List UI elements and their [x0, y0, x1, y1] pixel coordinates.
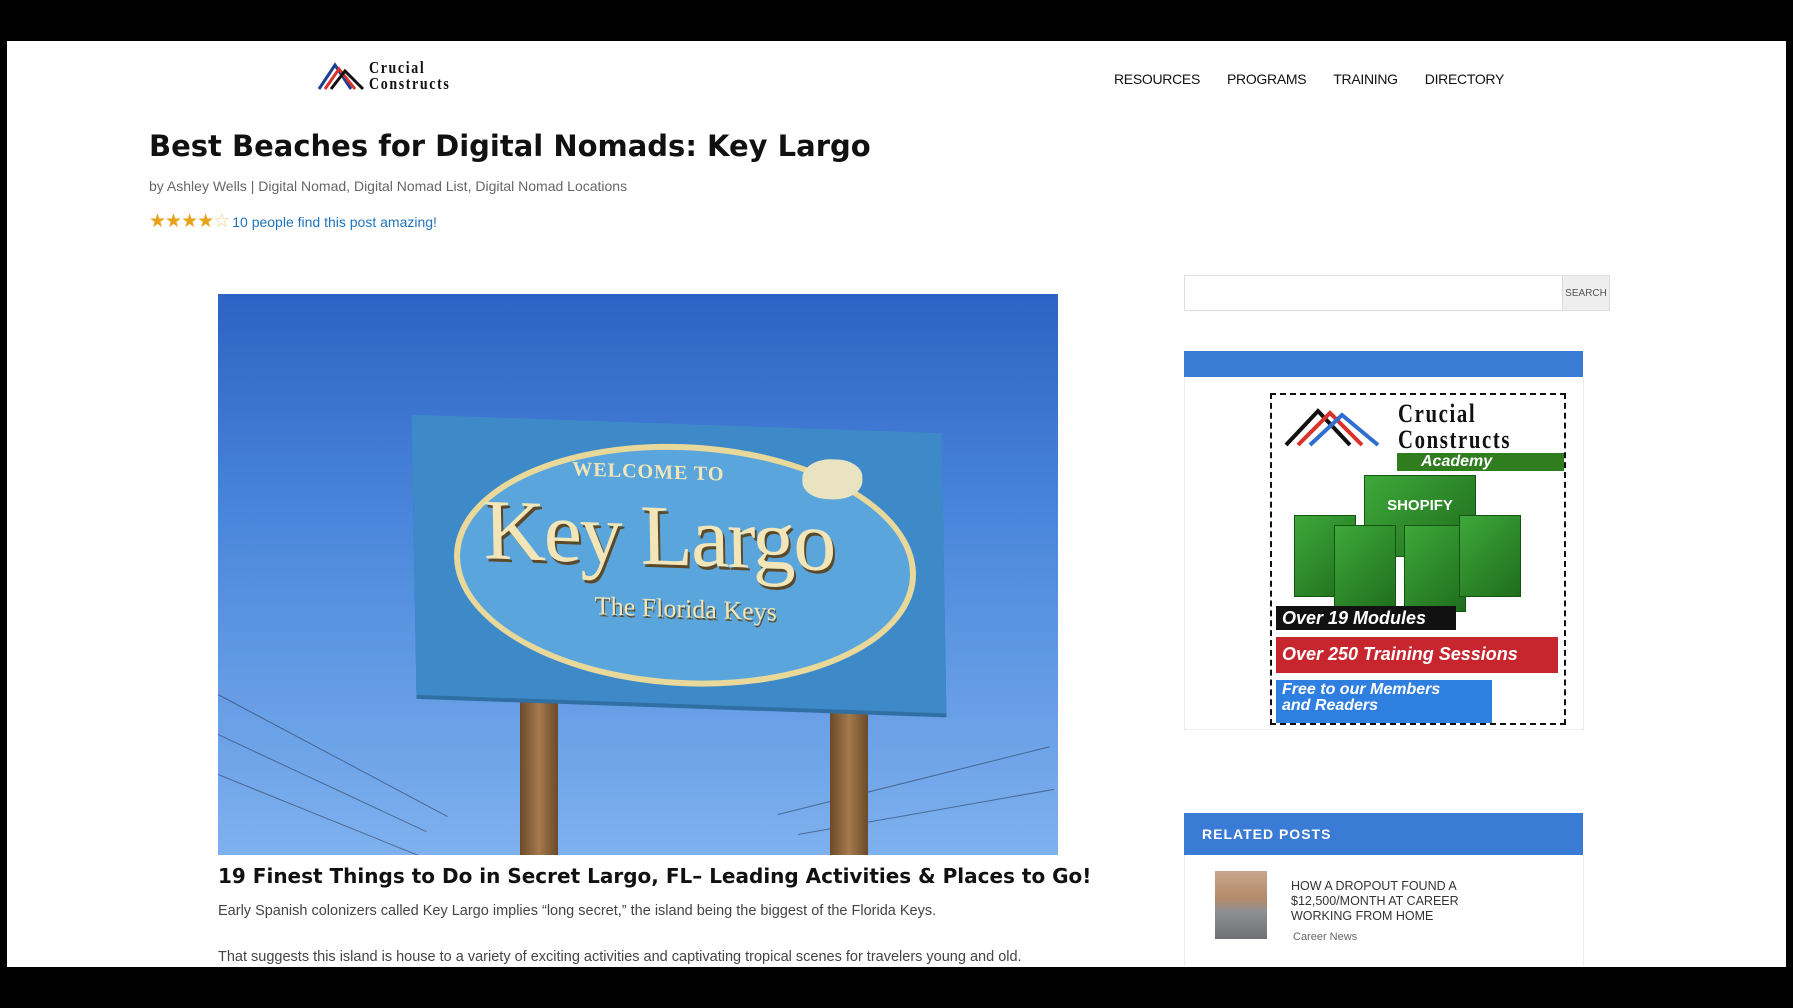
promo-brand: Crucial Constructs	[1398, 399, 1512, 454]
star-icon[interactable]: ★	[181, 212, 198, 231]
author-link[interactable]: Ashley Wells	[167, 178, 247, 194]
course-box	[1459, 515, 1521, 597]
main-nav: RESOURCES PROGRAMS TRAINING DIRECTORY	[1114, 71, 1504, 87]
rating-text[interactable]: 10 people find this post amazing!	[232, 214, 437, 230]
star-icon[interactable]: ★	[149, 212, 166, 231]
search-button[interactable]: SEARCH	[1562, 275, 1610, 311]
category-link[interactable]: Digital Nomad Locations	[475, 178, 627, 194]
sign-subtitle-text: The Florida Keys	[594, 591, 777, 627]
sidebar-search: SEARCH	[1184, 275, 1610, 311]
site-logo[interactable]: Crucial Constructs	[317, 59, 468, 93]
related-post-title[interactable]: HOW A DROPOUT FOUND A $12,500/MONTH AT C…	[1291, 879, 1481, 924]
roof-logo-icon	[1284, 408, 1380, 447]
page-title: Best Beaches for Digital Nomads: Key Lar…	[149, 129, 871, 163]
category-link[interactable]: Digital Nomad List	[354, 178, 468, 194]
related-post-category[interactable]: Career News	[1293, 931, 1357, 943]
half-star-icon[interactable]: ☆	[213, 212, 230, 231]
nav-resources[interactable]: RESOURCES	[1114, 71, 1200, 87]
sign-title-text: Key Largo	[482, 481, 835, 590]
hero-image: WELCOME TO Key Largo The Florida Keys	[218, 294, 1058, 855]
meta-separator: |	[250, 178, 255, 194]
course-box	[1404, 525, 1466, 612]
promo-free-label: Free to our Members and Readers	[1276, 680, 1492, 723]
article-paragraph: Early Spanish colonizers called Key Larg…	[218, 903, 937, 919]
promo-modules-label: Over 19 Modules	[1276, 606, 1456, 630]
nav-training[interactable]: TRAINING	[1333, 71, 1398, 87]
promo-sessions-label: Over 250 Training Sessions	[1276, 637, 1558, 673]
widget-header-bar	[1184, 351, 1583, 377]
promo-logo: Crucial Constructs	[1282, 401, 1539, 453]
search-input[interactable]	[1184, 275, 1562, 311]
nav-programs[interactable]: PROGRAMS	[1227, 71, 1307, 87]
roof-logo-icon	[317, 62, 365, 91]
related-posts-list: HOW A DROPOUT FOUND A $12,500/MONTH AT C…	[1184, 855, 1584, 967]
meta-by: by	[149, 178, 164, 194]
academy-promo-banner[interactable]: Crucial Constructs Academy SHOPIFY Over …	[1270, 393, 1566, 725]
article-heading: 19 Finest Things to Do in Secret Largo, …	[218, 864, 1092, 888]
course-box	[1334, 525, 1396, 612]
promo-widget: Crucial Constructs Academy SHOPIFY Over …	[1184, 377, 1584, 730]
nav-directory[interactable]: DIRECTORY	[1425, 71, 1505, 87]
page: Crucial Constructs RESOURCES PROGRAMS TR…	[7, 41, 1786, 967]
article-paragraph: That suggests this island is house to a …	[218, 949, 1022, 965]
logo-text: Crucial Constructs	[369, 58, 451, 93]
welcome-sign: WELCOME TO Key Largo The Florida Keys	[411, 414, 947, 714]
post-meta: by Ashley Wells | Digital Nomad, Digital…	[149, 178, 628, 194]
academy-label: Academy	[1397, 453, 1564, 471]
related-posts-heading: RELATED POSTS	[1184, 813, 1583, 855]
star-icon[interactable]: ★	[197, 212, 214, 231]
course-boxes-image: SHOPIFY	[1294, 475, 1534, 615]
star-icon[interactable]: ★	[165, 212, 182, 231]
related-post-thumbnail[interactable]	[1215, 871, 1267, 939]
star-rating: ★ ★ ★ ★ ☆ 10 people find this post amazi…	[149, 212, 437, 231]
category-link[interactable]: Digital Nomad	[258, 178, 346, 194]
